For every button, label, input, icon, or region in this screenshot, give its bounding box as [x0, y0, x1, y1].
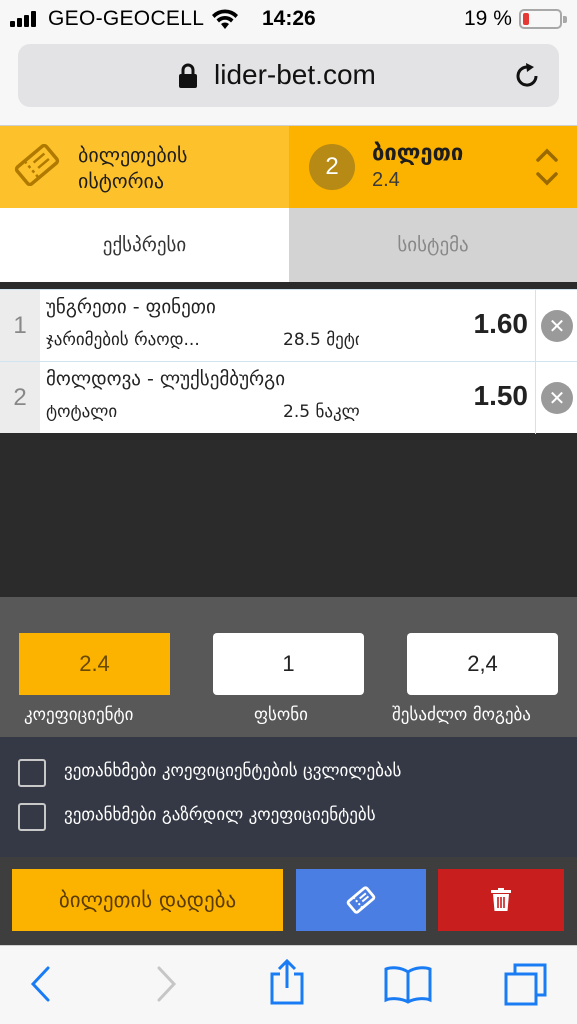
bet-line: 2.5 ნაკლები: [283, 402, 359, 422]
ticket-button[interactable]: [296, 869, 426, 931]
browser-toolbar: [0, 945, 577, 1024]
delete-ticket-button[interactable]: [438, 869, 564, 931]
expand-collapse-icon[interactable]: [534, 146, 560, 188]
agree-odds-change-label: ვეთანხმები კოეფიციენტების ცვლილებას: [64, 761, 402, 781]
back-icon[interactable]: [28, 964, 52, 1004]
bet-match: მოლდოვა - ლუქსემბურგი: [46, 368, 286, 390]
bookmarks-icon[interactable]: [383, 964, 433, 1004]
remove-bet-icon[interactable]: ✕: [541, 382, 573, 414]
coefficient-label: კოეფიციენტი: [24, 705, 134, 725]
agreement-options: ვეთანხმები კოეფიციენტების ცვლილებას ვეთა…: [0, 737, 577, 857]
clock: 14:26: [262, 7, 316, 30]
stake-input[interactable]: 1: [213, 633, 364, 695]
wifi-icon: [212, 9, 238, 29]
coefficient-value: 2.4: [19, 633, 170, 695]
tabs-icon[interactable]: [503, 962, 549, 1008]
ticket-history-tab[interactable]: ბილეთების ისტორია: [0, 126, 289, 208]
bet-row: 1 უნგრეთი - ფინეთი ჯარიმების რაოდ... 28.…: [0, 289, 577, 362]
place-bet-button[interactable]: ბილეთის დადება: [12, 869, 283, 931]
stake-label: ფსონი: [254, 705, 308, 725]
possible-win-value: 2,4: [407, 633, 558, 695]
battery-icon: [519, 9, 567, 29]
agree-increased-odds-label: ვეთანხმები გაზრდილ კოეფიციენტებს: [64, 805, 376, 825]
history-label-line1: ბილეთების: [78, 143, 188, 167]
share-icon[interactable]: [268, 958, 306, 1006]
possible-win-label: შესაძლო მოგება: [392, 705, 531, 725]
tab-express[interactable]: ექსპრესი: [0, 208, 289, 282]
agree-increased-odds-checkbox[interactable]: [18, 803, 46, 831]
url-text: lider-bet.com: [214, 59, 376, 90]
lock-icon: [179, 63, 197, 88]
reload-icon[interactable]: [512, 61, 542, 91]
carrier-name: GEO-GEOCELL: [48, 7, 205, 30]
trash-icon: [491, 888, 511, 911]
forward-icon[interactable]: [155, 964, 179, 1004]
bet-market: ტოტალი: [46, 402, 118, 422]
bet-odds: 1.60: [473, 308, 529, 339]
browser-address-area: lider-bet.com: [0, 38, 577, 126]
ticket-icon: [14, 144, 60, 186]
ticket-count-badge: 2: [309, 144, 355, 190]
address-bar[interactable]: lider-bet.com: [18, 44, 559, 107]
bet-index: 2: [0, 362, 40, 433]
ticket-title: ბილეთი: [372, 141, 464, 166]
remove-bet-icon[interactable]: ✕: [541, 310, 573, 342]
bet-market: ჯარიმების რაოდ...: [46, 330, 200, 350]
history-label-line2: ისტორია: [78, 169, 165, 193]
bet-odds: 1.50: [473, 380, 529, 411]
ticket-icon: [346, 886, 376, 914]
current-ticket-tab[interactable]: 2 ბილეთი 2.4: [289, 126, 577, 208]
agree-odds-change-checkbox[interactable]: [18, 759, 46, 787]
tab-system[interactable]: სისტემა: [289, 208, 577, 282]
bet-index: 1: [0, 290, 40, 361]
ticket-total-odds: 2.4: [372, 169, 400, 191]
ticket-actions: ბილეთის დადება: [0, 857, 577, 945]
bet-match: უნგრეთი - ფინეთი: [46, 296, 216, 318]
status-bar: GEO-GEOCELL 14:26 19 %: [0, 0, 577, 38]
bet-line: 28.5 მეტი: [283, 330, 359, 350]
bet-row: 2 მოლდოვა - ლუქსემბურგი ტოტალი 2.5 ნაკლე…: [0, 361, 577, 434]
signal-icon: [10, 11, 44, 27]
battery-percent: 19 %: [464, 7, 512, 30]
bet-summary-panel: 2.4 1 2,4 კოეფიციენტი ფსონი შესაძლო მოგე…: [0, 597, 577, 737]
